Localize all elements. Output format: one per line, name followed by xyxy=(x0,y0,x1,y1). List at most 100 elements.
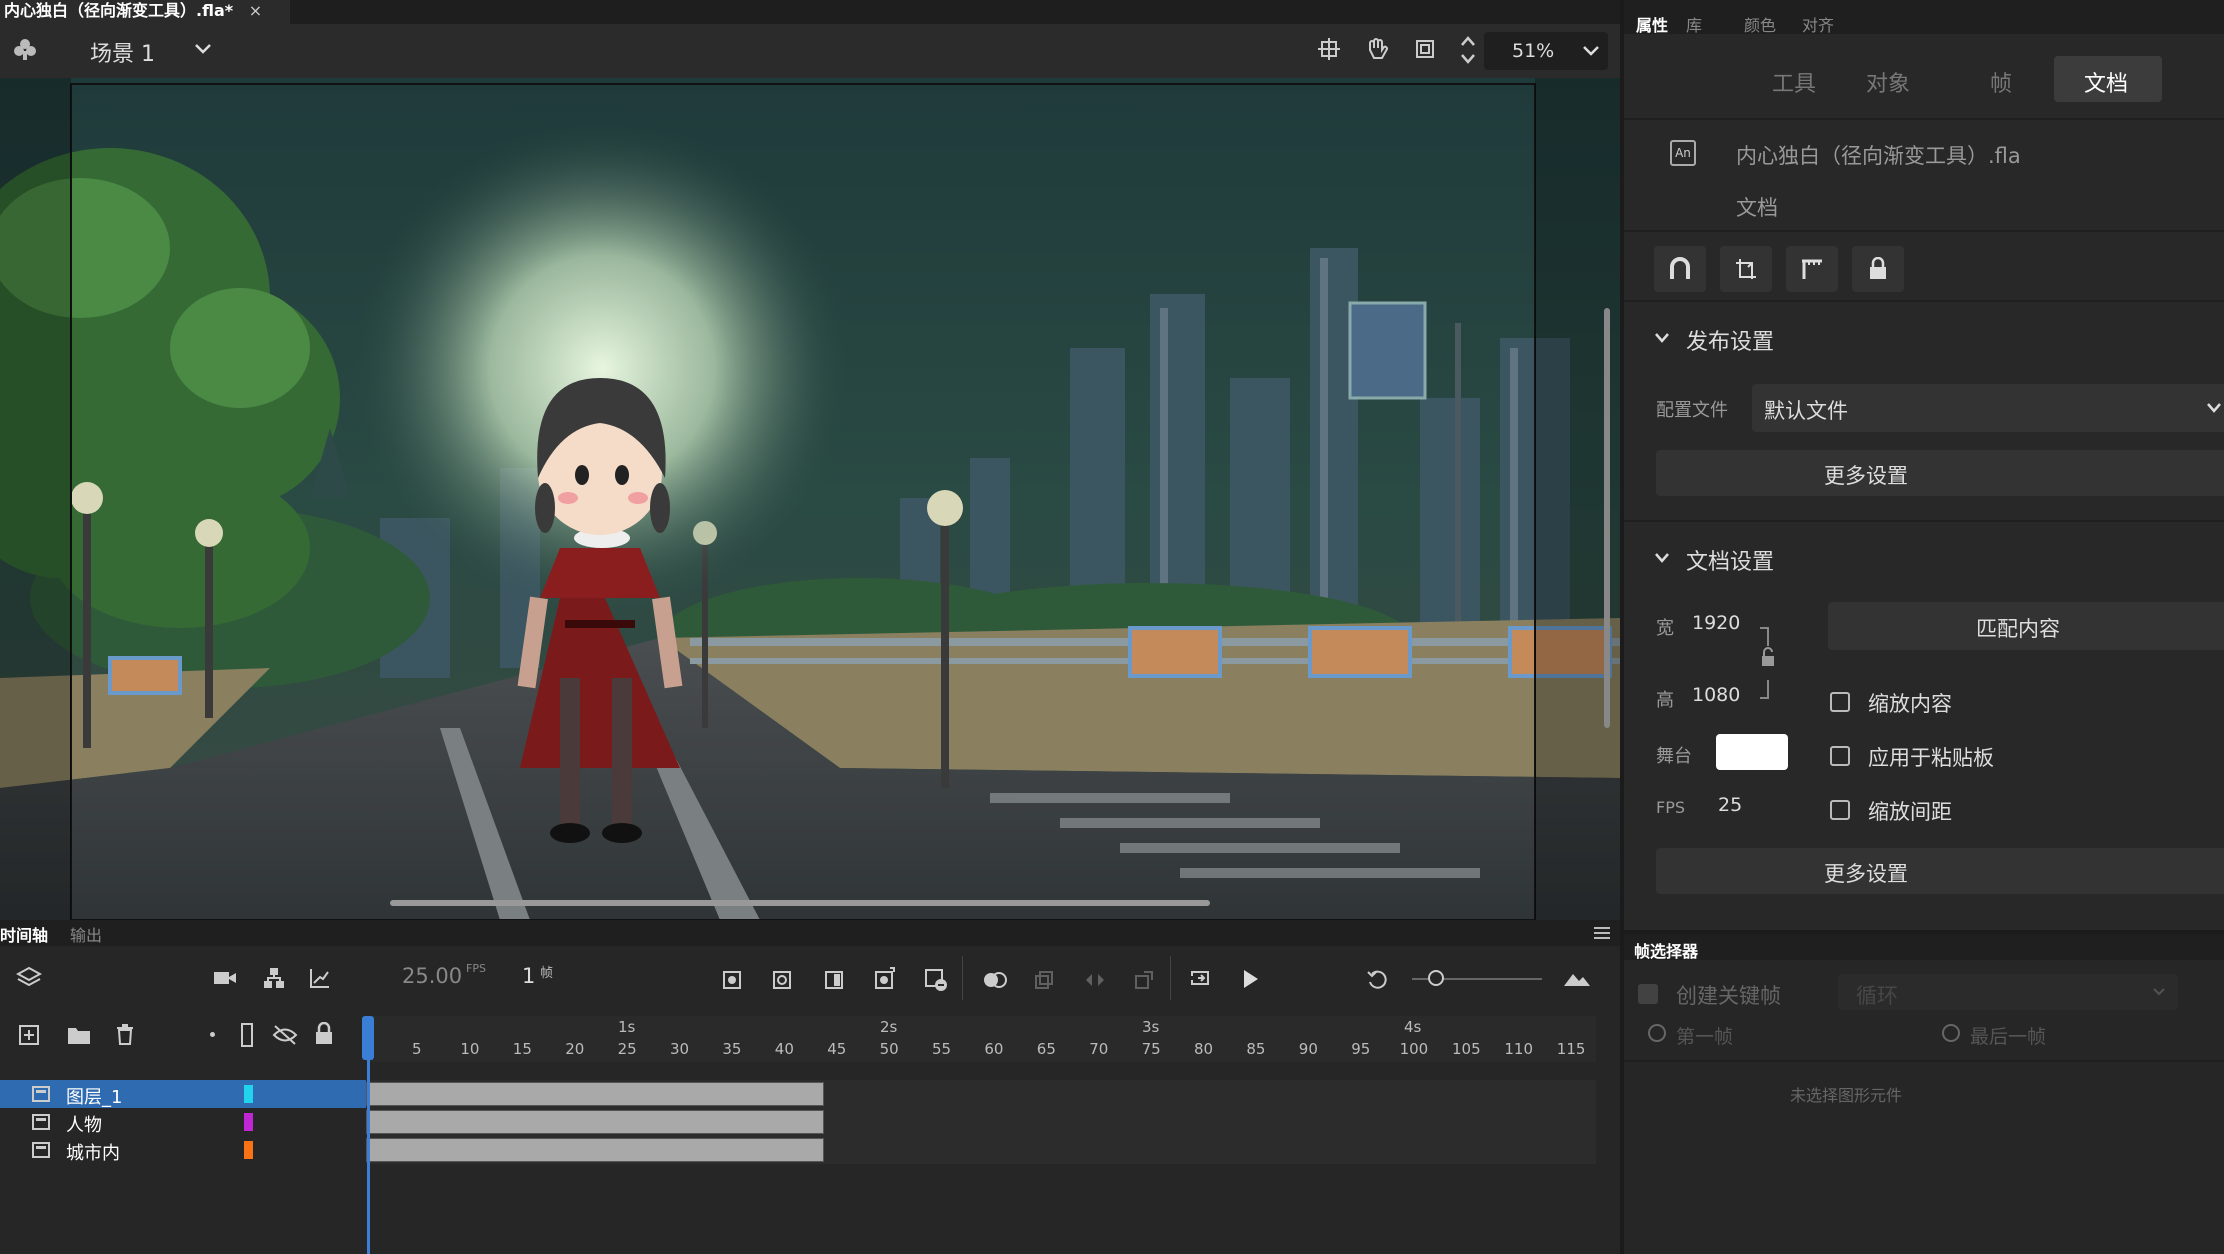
timeline-zoom-handle[interactable] xyxy=(1428,970,1444,986)
loop-value: 循环 xyxy=(1856,984,1898,1008)
insert-frame-icon[interactable] xyxy=(824,970,844,990)
height-value[interactable]: 1080 xyxy=(1692,684,1740,706)
chevron-down-icon[interactable] xyxy=(194,42,212,56)
create-tween-icon[interactable] xyxy=(874,966,898,990)
center-stage-icon[interactable] xyxy=(1318,38,1340,60)
layer-color-swatch[interactable] xyxy=(244,1085,253,1103)
delete-frame-icon[interactable] xyxy=(924,968,948,992)
scale-spacing-label: 缩放间距 xyxy=(1868,800,1952,824)
snap-button[interactable] xyxy=(1654,246,1706,292)
current-frame[interactable]: 1 xyxy=(522,964,535,988)
document-more-settings-button[interactable]: 更多设置 xyxy=(1656,848,2224,894)
frame-picker-title[interactable]: 帧选择器 xyxy=(1634,938,1698,962)
insert-keyframe-icon[interactable] xyxy=(722,970,742,990)
timeline-toolbar: 25.00 FPS 1 帧 xyxy=(0,946,1620,1012)
scene-icon[interactable] xyxy=(12,36,38,62)
clip-stage-icon[interactable] xyxy=(1414,38,1436,60)
frame-span[interactable] xyxy=(366,1110,824,1134)
rulers-button[interactable] xyxy=(1786,246,1838,292)
zoom-stepper-icon[interactable] xyxy=(1460,34,1476,66)
document-more-settings-label: 更多设置 xyxy=(1824,862,1908,886)
play-icon[interactable] xyxy=(1240,968,1260,990)
reset-zoom-icon[interactable] xyxy=(1366,968,1390,990)
playhead-handle[interactable] xyxy=(362,1016,374,1060)
loop-playback-icon[interactable] xyxy=(1188,968,1214,990)
layer-name[interactable]: 图层_1 xyxy=(66,1083,122,1109)
insert-blank-keyframe-icon[interactable] xyxy=(772,970,792,990)
last-frame-radio[interactable] xyxy=(1942,1024,1960,1042)
mountain-icon[interactable] xyxy=(1562,970,1592,988)
frame-span[interactable] xyxy=(366,1082,824,1106)
subtab-tools[interactable]: 工具 xyxy=(1772,66,1816,98)
apply-paste-checkbox[interactable] xyxy=(1830,746,1850,766)
tab-timeline[interactable]: 时间轴 xyxy=(0,922,48,946)
hand-tool-icon[interactable] xyxy=(1364,36,1390,62)
publish-settings-section: 发布设置 配置文件 默认文件 更多设置 xyxy=(1624,300,2224,500)
layer-color-swatch[interactable] xyxy=(244,1113,253,1131)
link-dimensions-icon[interactable] xyxy=(1758,626,1780,700)
layer-color-swatch[interactable] xyxy=(244,1141,253,1159)
frame-ruler[interactable]: 1s 2s 3s 4s 5 10 15 20 25 30 35 40 45 50 55 60 65 70 7… xyxy=(366,1016,1596,1062)
close-tab-button[interactable]: × xyxy=(249,1,262,20)
horizontal-scrollbar[interactable] xyxy=(390,900,1210,906)
chevron-down-icon[interactable] xyxy=(1654,552,1670,564)
tab-output[interactable]: 输出 xyxy=(70,922,102,946)
convert-keyframe-icon[interactable] xyxy=(1134,970,1154,990)
document-info: An 内心独白（径向渐变工具）.fla 文档 xyxy=(1624,118,2224,230)
dot-icon[interactable] xyxy=(210,1032,215,1037)
tab-library[interactable]: 库 xyxy=(1686,12,1702,36)
tab-align[interactable]: 对齐 xyxy=(1802,12,1834,36)
panel-menu-icon[interactable] xyxy=(1594,926,1610,940)
folder-icon[interactable] xyxy=(66,1024,92,1046)
tab-color[interactable]: 颜色 xyxy=(1744,12,1776,36)
loop-select[interactable]: 循环 xyxy=(1838,974,2178,1010)
width-value[interactable]: 1920 xyxy=(1692,612,1740,634)
fps-value[interactable]: 25 xyxy=(1718,794,1742,816)
hide-eye-icon[interactable] xyxy=(272,1024,298,1046)
ruler-icon xyxy=(1802,259,1822,279)
edit-document-button[interactable] xyxy=(1720,246,1772,292)
layer-name[interactable]: 城市内 xyxy=(66,1139,120,1165)
divider xyxy=(1624,1060,2224,1062)
lock-icon[interactable] xyxy=(314,1022,334,1046)
delete-layer-icon[interactable] xyxy=(114,1022,136,1046)
layer-type-icon[interactable] xyxy=(32,1114,50,1130)
frame-span[interactable] xyxy=(366,1138,824,1162)
publish-settings-title: 发布设置 xyxy=(1686,330,1775,355)
layer-row-selected[interactable] xyxy=(0,1080,366,1108)
publish-more-settings-button[interactable]: 更多设置 xyxy=(1656,450,2224,496)
tween-graph-icon[interactable] xyxy=(308,966,332,990)
chevron-down-icon[interactable] xyxy=(1654,332,1670,344)
ease-icon[interactable] xyxy=(1084,970,1106,990)
edit-multiple-frames-icon[interactable] xyxy=(1034,970,1054,990)
profile-select[interactable]: 默认文件 xyxy=(1752,384,2224,432)
layer-type-icon[interactable] xyxy=(32,1142,50,1158)
lock-guides-button[interactable] xyxy=(1852,246,1904,292)
create-keyframe-checkbox[interactable] xyxy=(1638,984,1658,1004)
document-tab[interactable]: 内心独白（径向渐变工具）.fla* × xyxy=(0,0,290,24)
chevron-down-icon[interactable] xyxy=(1582,45,1600,57)
subtab-object[interactable]: 对象 xyxy=(1866,66,1910,98)
add-layer-icon[interactable] xyxy=(18,1024,40,1046)
zoom-field[interactable]: 51% xyxy=(1484,32,1608,70)
subtab-frame[interactable]: 帧 xyxy=(1990,66,2012,98)
first-frame-radio[interactable] xyxy=(1648,1024,1666,1042)
parenting-icon[interactable] xyxy=(262,966,286,990)
tab-properties[interactable]: 属性 xyxy=(1636,12,1668,36)
scale-spacing-checkbox[interactable] xyxy=(1830,800,1850,820)
scale-content-checkbox[interactable] xyxy=(1830,692,1850,712)
stage-color-swatch[interactable] xyxy=(1716,734,1788,770)
frame-number: 15 xyxy=(512,1040,532,1058)
layers-icon[interactable] xyxy=(16,966,42,990)
stage-canvas[interactable] xyxy=(0,78,1620,920)
match-content-button[interactable]: 匹配内容 xyxy=(1828,602,2224,650)
timeline-fps[interactable]: 25.00 xyxy=(402,964,462,988)
subtab-document[interactable]: 文档 xyxy=(2054,56,2162,102)
outline-icon[interactable] xyxy=(240,1022,254,1048)
camera-icon[interactable] xyxy=(212,968,238,988)
scene-label[interactable]: 场景 1 xyxy=(90,36,155,68)
layer-name[interactable]: 人物 xyxy=(66,1111,102,1137)
onion-skin-icon[interactable] xyxy=(982,970,1008,990)
vertical-scrollbar[interactable] xyxy=(1604,308,1610,728)
layer-type-icon[interactable] xyxy=(32,1086,50,1102)
